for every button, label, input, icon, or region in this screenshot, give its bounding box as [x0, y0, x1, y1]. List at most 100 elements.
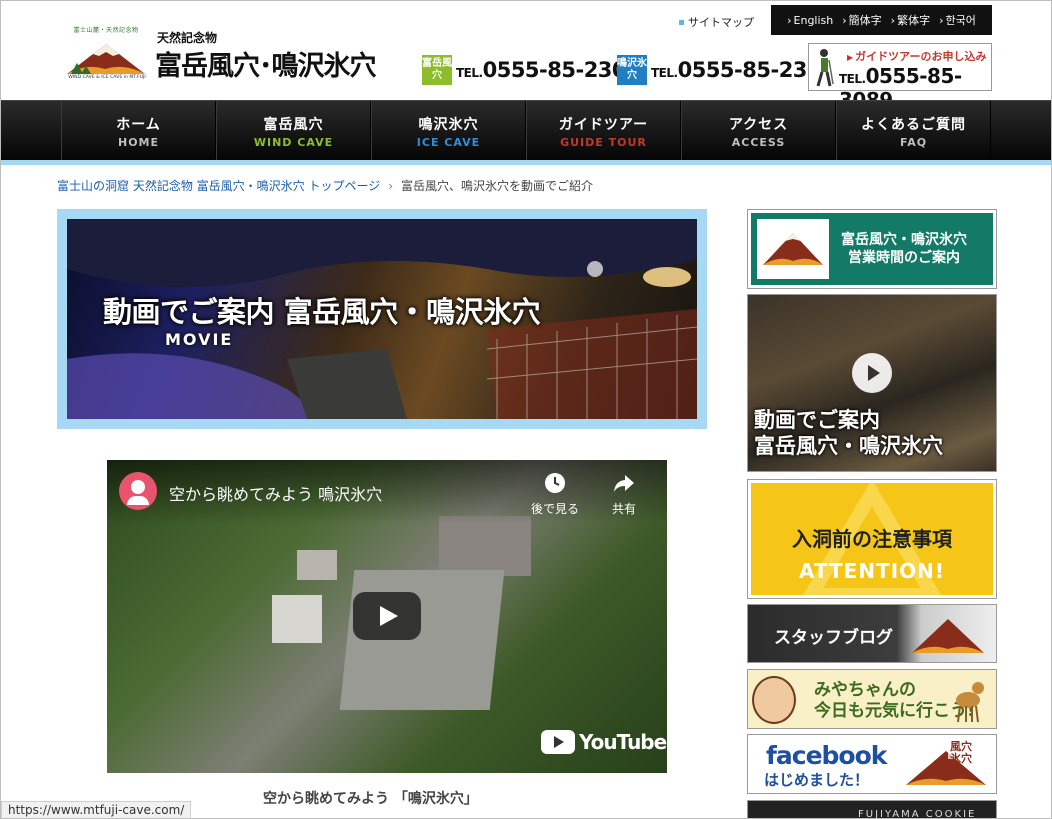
movie-banner-text: 動画でご案内 富岳風穴・鳴沢氷穴 [754, 407, 943, 459]
clock-icon [545, 473, 565, 493]
nav-wind-cave-label: 富岳風穴 [263, 116, 324, 133]
fb-box-line2: 氷穴 [950, 752, 972, 765]
staff-blog-label: スタッフブログ [774, 628, 893, 648]
video-caption: 空から眺めてみよう 「鳴沢氷穴」 [263, 791, 478, 807]
site-header: 富士山麓・天然記念物 WIND CAVE & ICE CAVE in MT.FU… [1, 1, 1051, 112]
nav-home[interactable]: ホーム HOME [61, 101, 216, 161]
breadcrumb: 富士山の洞窟 天然記念物 富岳風穴・鳴沢氷穴 トップページ › 富岳風穴、鳴沢氷穴を… [57, 177, 593, 194]
hours-banner-text: 富岳風穴・鳴沢氷穴 営業時間のご案内 [841, 231, 967, 267]
movie-banner-line2: 富岳風穴・鳴沢氷穴 [754, 434, 943, 458]
mountain-logo-icon [912, 619, 984, 653]
tel-ice-cave[interactable]: 鳴沢氷穴 TEL.0555-85-2301 [617, 55, 836, 85]
nav-wind-cave[interactable]: 富岳風穴 WIND CAVE [216, 101, 371, 161]
site-logo[interactable]: 富士山麓・天然記念物 WIND CAVE & ICE CAVE in MT.FU… [61, 25, 151, 81]
hiker-icon [816, 49, 834, 87]
youtube-logo[interactable]: YouTube [541, 730, 667, 754]
youtube-play-icon [541, 730, 575, 754]
nav-ice-cave-label: 鳴沢氷穴 [418, 116, 479, 133]
hours-banner-line1: 富岳風穴・鳴沢氷穴 [841, 232, 967, 248]
channel-avatar-icon[interactable] [119, 472, 157, 510]
sidebar-hours-banner[interactable]: 富岳風穴・鳴沢氷穴 営業時間のご案内 [747, 209, 997, 289]
nav-home-sub: HOME [117, 135, 160, 149]
video-title[interactable]: 空から眺めてみよう 鳴沢氷穴 [169, 481, 382, 505]
play-button[interactable] [353, 592, 421, 640]
movie-banner-line1: 動画でご案内 [754, 408, 880, 432]
hero-title: 動画でご案内 富岳風穴・鳴沢氷穴 [103, 295, 541, 329]
hours-banner-bg: 富岳風穴・鳴沢氷穴 営業時間のご案内 [751, 213, 993, 285]
deer-icon [956, 682, 984, 723]
lang-simplified-chinese[interactable]: 簡体字 [842, 12, 882, 28]
lang-traditional-chinese[interactable]: 繁体字 [891, 12, 930, 28]
video-frame-building [439, 516, 531, 576]
logo-arc-text: 富士山麓・天然記念物 [73, 27, 139, 34]
mountain-logo-icon [906, 741, 986, 785]
hero-banner: 動画でご案内 富岳風穴・鳴沢氷穴 MOVIE [57, 209, 707, 429]
attention-subtitle: ATTENTION! [798, 559, 945, 583]
mascot-face-icon [752, 676, 796, 724]
share-label: 共有 [612, 502, 637, 516]
watch-later-label: 後で見る [531, 502, 580, 516]
mountain-logo-icon [67, 44, 145, 74]
video-frame-parking-lot [339, 570, 505, 710]
hero-image: 動画でご案内 富岳風穴・鳴沢氷穴 MOVIE [67, 219, 697, 419]
attention-title: 入洞前の注意事項 [792, 527, 952, 551]
share-arrow-icon [614, 475, 634, 492]
sidebar-facebook[interactable]: facebook はじめました！ 風穴 氷穴 [747, 734, 997, 794]
breadcrumb-separator: › [388, 179, 394, 193]
nav-access-label: アクセス [728, 116, 789, 133]
sidebar-attention-banner[interactable]: 入洞前の注意事項 ATTENTION! [747, 479, 997, 599]
sidebar-cookie-banner[interactable]: FUJIYAMA COOKIE [747, 800, 997, 819]
page: 富士山麓・天然記念物 WIND CAVE & ICE CAVE in MT.FU… [0, 0, 1052, 819]
nav-guide-tour-label: ガイドツアー [558, 116, 649, 133]
breadcrumb-current: 富岳風穴、鳴沢氷穴を動画でご紹介 [401, 179, 594, 193]
nav-faq[interactable]: よくあるご質問 FAQ [836, 101, 991, 161]
status-bar-url: https://www.mtfuji-cave.com/ [1, 801, 192, 818]
nav-guide-tour-sub: GUIDE TOUR [560, 135, 647, 149]
main-nav: ホーム HOME 富岳風穴 WIND CAVE 鳴沢氷穴 ICE CAVE ガイ… [1, 100, 1051, 161]
square-bullet-icon [679, 19, 684, 25]
facebook-started-label: はじめました！ [764, 771, 870, 789]
language-bar: English 簡体字 繁体字 한국어 [771, 5, 992, 35]
hours-banner-logo [757, 219, 829, 279]
tel-wind-cave[interactable]: 富岳風穴 TEL.0555-85-2300 [422, 55, 641, 85]
attention-banner-bg: 入洞前の注意事項 ATTENTION! [751, 483, 993, 595]
lang-korean[interactable]: 한국어 [939, 12, 975, 28]
share-button[interactable]: 共有 [612, 472, 636, 517]
nav-ice-cave-sub: ICE CAVE [416, 135, 481, 149]
sitemap-link[interactable]: サイトマップ [679, 14, 754, 30]
fb-box-label: 風穴 氷穴 [950, 741, 972, 765]
nav-guide-tour[interactable]: ガイドツアー GUIDE TOUR [526, 101, 681, 161]
tel-number-wind-cave: TEL.0555-85-2300 [456, 58, 641, 82]
tel-badge-wind-cave: 富岳風穴 [422, 55, 452, 85]
nav-access[interactable]: アクセス ACCESS [681, 101, 836, 161]
nav-access-sub: ACCESS [731, 135, 786, 149]
hero-subtitle: MOVIE [165, 330, 234, 349]
video-frame-building [272, 595, 322, 643]
sidebar-staff-blog[interactable]: スタッフブログ [747, 604, 997, 663]
watch-later-button[interactable]: 後で見る [531, 472, 579, 517]
hours-banner-line2: 営業時間のご案内 [848, 250, 960, 266]
nav-wind-cave-sub: WIND CAVE [253, 135, 334, 149]
facebook-logo: facebook [766, 741, 887, 770]
guide-tour-contact[interactable]: ガイドツアーのお申し込み TEL.0555-85-3089 [808, 43, 992, 112]
nav-faq-label: よくあるご質問 [861, 116, 966, 133]
nav-home-label: ホーム [116, 116, 161, 133]
tel-badge-ice-cave: 鳴沢氷穴 [617, 55, 647, 85]
breadcrumb-home-link[interactable]: 富士山の洞窟 天然記念物 富岳風穴・鳴沢氷穴 トップページ [57, 179, 380, 193]
nav-divider [1, 160, 1051, 165]
mountain-logo-icon [763, 233, 823, 265]
sidebar-miya-blog[interactable]: みやちゃんの 今日も元気に行こう! [747, 669, 997, 729]
sitemap-label: サイトマップ [688, 16, 754, 29]
nav-faq-sub: FAQ [899, 135, 928, 149]
cookie-banner-label: FUJIYAMA COOKIE [858, 809, 977, 819]
youtube-brand: YouTube [579, 730, 667, 754]
youtube-embed[interactable]: 空から眺めてみよう 鳴沢氷穴 後で見る 共有 YouTube [107, 460, 667, 773]
sidebar-movie-banner[interactable]: 動画でご案内 富岳風穴・鳴沢氷穴 [747, 294, 997, 472]
guide-tour-label: ガイドツアーのお申し込み [847, 48, 986, 64]
site-title[interactable]: 富岳風穴･鳴沢氷穴 [155, 44, 376, 83]
play-circle-icon [852, 353, 892, 393]
nav-ice-cave[interactable]: 鳴沢氷穴 ICE CAVE [371, 101, 526, 161]
video-frame-building [297, 550, 337, 580]
logo-sub-text: WIND CAVE & ICE CAVE in MT.FUJI [68, 75, 146, 80]
lang-english[interactable]: English [787, 14, 834, 27]
